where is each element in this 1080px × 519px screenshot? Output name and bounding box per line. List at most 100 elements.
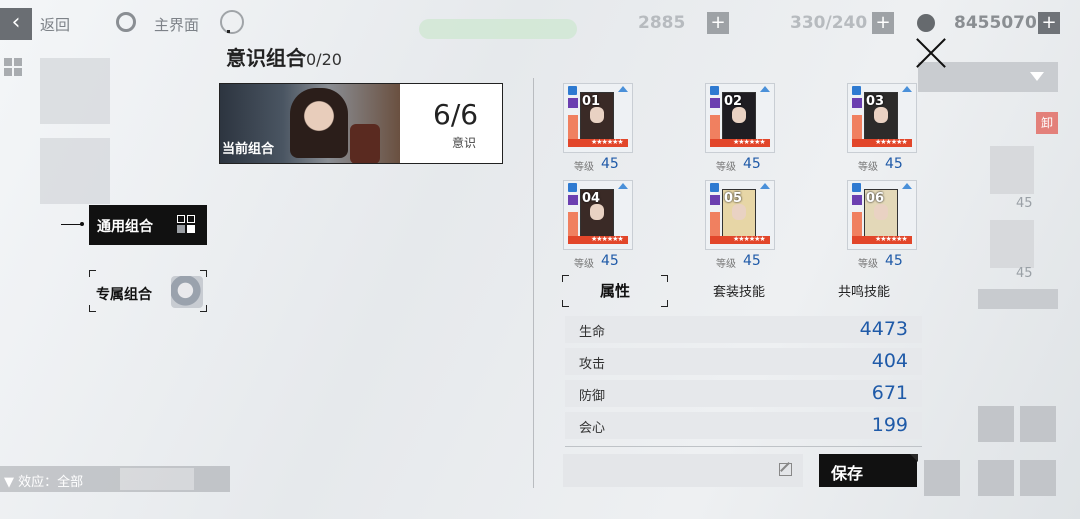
tag-icon	[852, 98, 862, 108]
current-combo-value: 6/6	[433, 98, 479, 131]
tag-icon	[568, 98, 578, 108]
effect-filter-label[interactable]: ▼ 效应：全部	[4, 471, 83, 490]
lock-icon[interactable]	[568, 183, 577, 192]
save-button[interactable]: 保存	[819, 454, 918, 487]
back-button[interactable]: ‹	[0, 8, 32, 40]
chip-level-label: 等级	[574, 259, 594, 270]
chip-level: 45	[885, 156, 903, 172]
chip-level: 45	[743, 156, 761, 172]
tab-attributes-label: 属性	[599, 282, 630, 300]
effect-filter-button[interactable]	[120, 468, 194, 490]
stat-name: 会心	[579, 421, 606, 436]
star-icon: ★★★★★★	[591, 235, 624, 243]
background-card	[40, 58, 110, 124]
background-card	[990, 146, 1034, 194]
lock-icon[interactable]	[852, 86, 861, 95]
chip-number: 02	[724, 94, 743, 109]
close-icon[interactable]	[914, 35, 948, 69]
character-portrait	[290, 88, 348, 158]
memory-chip[interactable]: 03 ★★★★★★	[847, 83, 917, 153]
page-title-text: 意识组合	[226, 46, 306, 70]
chip-level-label: 等级	[716, 162, 736, 173]
home-label[interactable]: 主界面	[154, 14, 199, 35]
background-tag	[978, 289, 1058, 309]
settings-icon[interactable]	[220, 10, 244, 34]
resource-value-1: 2885	[638, 13, 686, 33]
chip-number: 04	[582, 191, 601, 206]
add-resource-1-button[interactable]: +	[707, 12, 729, 34]
edit-icon[interactable]	[779, 463, 792, 476]
unequip-badge[interactable]: 卸	[1036, 112, 1058, 134]
chip-side-label	[852, 115, 862, 139]
tab-special-combo[interactable]: 专属组合	[89, 270, 207, 312]
chevron-up-icon	[618, 86, 628, 92]
home-icon[interactable]	[116, 12, 136, 32]
resource-value-2: 330/240	[790, 13, 868, 33]
combo-name-field[interactable]	[563, 454, 803, 487]
current-combo-sub: 意识	[452, 136, 477, 150]
background-slot	[1020, 406, 1056, 442]
title-dot	[227, 30, 230, 33]
tab-special-label: 专属组合	[96, 287, 152, 303]
tab-attributes[interactable]: 属性	[562, 275, 668, 307]
add-resource-3-button[interactable]: +	[1038, 12, 1060, 34]
current-combo-card[interactable]: 当前组合 6/6 意识	[219, 83, 503, 164]
current-combo-label: 当前组合	[222, 142, 275, 157]
memory-chip[interactable]: 05 ★★★★★★	[705, 180, 775, 250]
coin-icon	[917, 14, 935, 32]
chip-level-label: 等级	[716, 259, 736, 270]
chevron-up-icon	[618, 183, 628, 189]
grid-icon	[177, 215, 197, 235]
chip-number: 05	[724, 191, 743, 206]
chevron-up-icon	[902, 183, 912, 189]
tab-general-combo[interactable]: 通用组合	[89, 205, 207, 245]
background-slot	[1020, 460, 1056, 496]
background-card	[40, 138, 110, 204]
save-button-label: 保存	[831, 464, 864, 483]
star-icon: ★★★★★★	[875, 138, 908, 146]
tag-icon	[710, 98, 720, 108]
stat-value: 404	[871, 350, 908, 372]
chip-side-label	[568, 115, 578, 139]
lock-icon[interactable]	[568, 86, 577, 95]
lock-icon[interactable]	[710, 183, 719, 192]
memory-chip[interactable]: 02 ★★★★★★	[705, 83, 775, 153]
avatar	[171, 276, 203, 308]
lock-icon[interactable]	[852, 183, 861, 192]
star-icon: ★★★★★★	[875, 235, 908, 243]
divider	[565, 446, 922, 447]
chip-number: 06	[866, 191, 885, 206]
tag-icon	[568, 195, 578, 205]
network-status-pill	[419, 19, 577, 39]
background-level: 45	[1016, 266, 1033, 281]
current-combo-image: 当前组合	[220, 84, 400, 163]
lock-icon[interactable]	[710, 86, 719, 95]
chip-level-label: 等级	[858, 259, 878, 270]
back-label[interactable]: 返回	[40, 14, 70, 35]
chevron-up-icon	[760, 183, 770, 189]
add-resource-2-button[interactable]: +	[872, 12, 894, 34]
combo-count: 0/20	[306, 50, 342, 69]
star-icon: ★★★★★★	[733, 235, 766, 243]
tab-set-skills[interactable]: 套装技能	[713, 281, 765, 300]
chip-level: 45	[885, 253, 903, 269]
page-title: 意识组合0/20	[226, 42, 342, 71]
resource-value-3: 8455070	[954, 13, 1037, 33]
stat-value: 671	[871, 382, 908, 404]
tag-icon	[710, 195, 720, 205]
chevron-down-icon	[1030, 72, 1044, 81]
memory-chip[interactable]: 04 ★★★★★★	[563, 180, 633, 250]
chevron-up-icon	[902, 86, 912, 92]
stat-row: 攻击 404	[565, 348, 922, 375]
chip-level-label: 等级	[858, 162, 878, 173]
memory-chip[interactable]: 06 ★★★★★★	[847, 180, 917, 250]
memory-chip[interactable]: 01 ★★★★★★	[563, 83, 633, 153]
chip-number: 01	[582, 94, 601, 109]
chip-number: 03	[866, 94, 885, 109]
background-slot	[978, 406, 1014, 442]
divider	[533, 78, 534, 488]
chip-level: 45	[743, 253, 761, 269]
grid-icon[interactable]	[4, 58, 22, 76]
background-slot	[978, 460, 1014, 496]
tab-resonance-skills[interactable]: 共鸣技能	[838, 281, 890, 300]
